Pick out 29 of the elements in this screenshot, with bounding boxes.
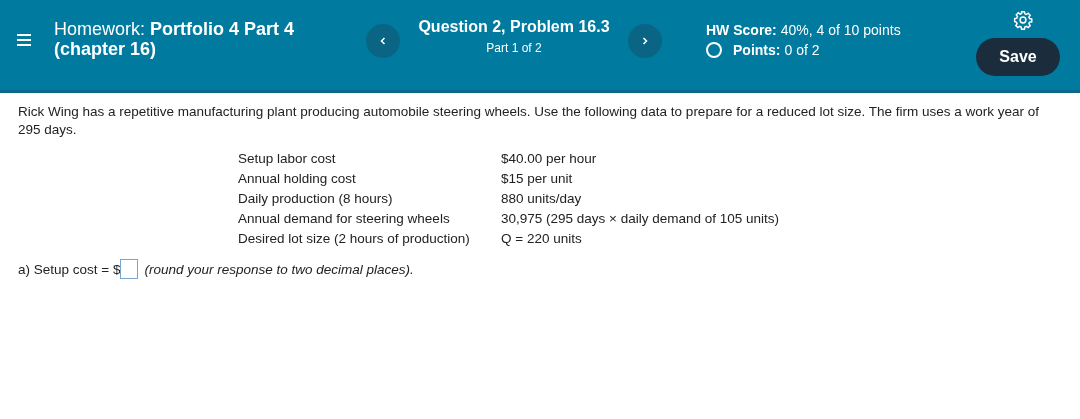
question-title: Question 2, Problem 16.3	[417, 17, 611, 37]
data-value: $15 per unit	[501, 170, 574, 188]
data-label: Annual holding cost	[238, 170, 357, 188]
settings-icon[interactable]	[1013, 10, 1033, 30]
data-value: $40.00 per hour	[501, 150, 598, 168]
chevron-right-icon	[640, 36, 650, 46]
menu-icon[interactable]	[16, 32, 32, 48]
answer-prompt: a) Setup cost = $	[18, 261, 121, 277]
data-label: Setup labor cost	[238, 150, 337, 168]
save-button[interactable]: Save	[976, 38, 1060, 76]
data-value: 880 units/day	[501, 190, 583, 208]
answer-field[interactable]	[120, 259, 139, 279]
score-value: 40%, 4 of 10 points	[780, 21, 901, 40]
previous-button[interactable]	[366, 24, 400, 58]
status-circle-icon	[706, 42, 722, 58]
homework-title: Homework: Portfolio 4 Part 4 (chapter 16)	[54, 19, 296, 59]
data-value: 30,975 (295 days × daily demand of 105 units)	[501, 210, 781, 228]
answer-hint: (round your response to two decimal places).	[144, 261, 414, 277]
points-value: 0 of 2	[784, 41, 820, 60]
score-label: HW Score:	[706, 21, 777, 40]
next-button[interactable]	[628, 24, 662, 58]
data-label: Annual demand for steering wheels	[238, 210, 451, 228]
data-label: Daily production (8 hours)	[238, 190, 394, 208]
question-part: Part 1 of 2	[485, 41, 543, 55]
problem-text: Rick Wing has a repetitive manufacturing plant producing automobile steering wheels. Use the following data to prepare for a reduced lot size. The firm uses a work year of 295 days.	[18, 103, 1041, 139]
points-label: Points:	[733, 41, 781, 60]
data-value: Q = 220 units	[501, 230, 583, 248]
data-label: Desired lot size (2 hours of production)	[238, 230, 471, 248]
chevron-left-icon	[378, 36, 388, 46]
